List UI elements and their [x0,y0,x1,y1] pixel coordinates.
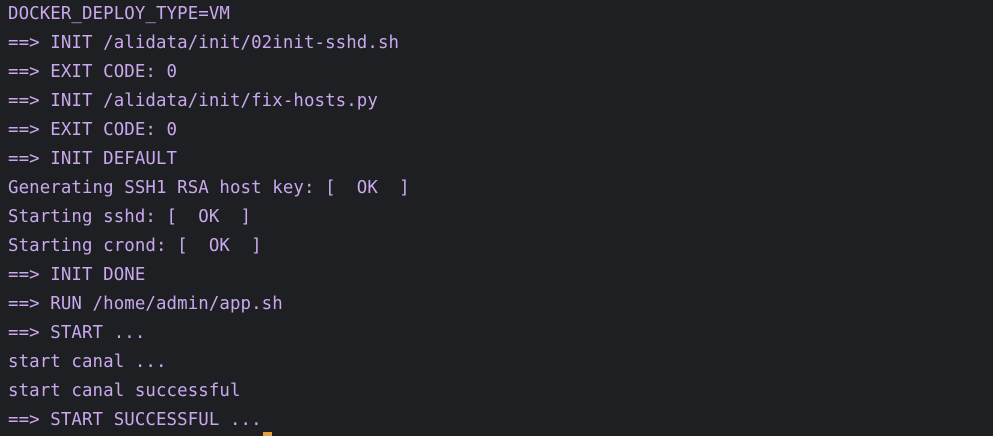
terminal-line-7: Generating SSH1 RSA host key: [ OK ] [8,178,410,198]
terminal-line-15: ==> START SUCCESSFUL ... [8,410,262,430]
terminal-line-4: ==> INIT /alidata/init/fix-hosts.py [8,91,378,111]
terminal-line-5: ==> EXIT CODE: 0 [8,120,178,140]
terminal-output[interactable]: DOCKER_DEPLOY_TYPE=VM ==> INIT /alidata/… [0,0,993,436]
terminal-line-13: start canal ... [8,352,167,372]
terminal-line-12: ==> START ... [8,323,146,343]
terminal-lines: DOCKER_DEPLOY_TYPE=VM ==> INIT /alidata/… [8,0,410,435]
terminal-line-11: ==> RUN /home/admin/app.sh [8,294,283,314]
terminal-line-3: ==> EXIT CODE: 0 [8,62,178,82]
text-cursor [263,432,272,436]
terminal-line-9: Starting crond: [ OK ] [8,236,262,256]
terminal-line-1: DOCKER_DEPLOY_TYPE=VM [8,4,230,24]
terminal-line-6: ==> INIT DEFAULT [8,149,178,169]
terminal-line-10: ==> INIT DONE [8,265,146,285]
terminal-line-2: ==> INIT /alidata/init/02init-sshd.sh [8,33,400,53]
terminal-line-14: start canal successful [8,381,241,401]
terminal-line-8: Starting sshd: [ OK ] [8,207,252,227]
